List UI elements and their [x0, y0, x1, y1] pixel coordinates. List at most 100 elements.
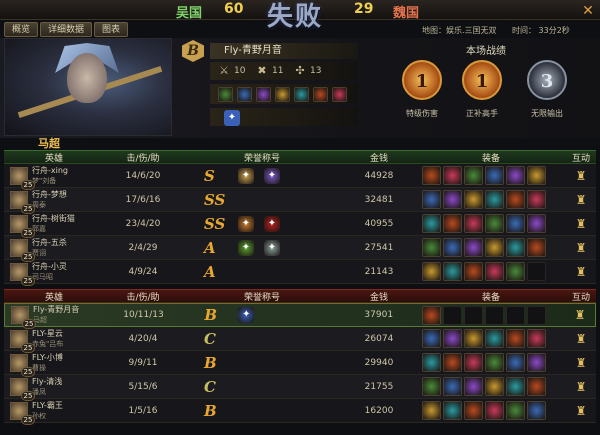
tab-charts[interactable]: 图表 — [94, 22, 129, 37]
item-slot[interactable] — [237, 86, 252, 102]
item-slot[interactable] — [294, 86, 309, 102]
bell-icon[interactable]: ♜ — [574, 265, 588, 279]
item-slot[interactable] — [506, 353, 525, 372]
item-slot[interactable] — [527, 190, 546, 209]
item-slot[interactable] — [527, 238, 546, 257]
item-slot[interactable] — [527, 214, 546, 233]
player-name[interactable]: 行舟-xing — [32, 166, 68, 176]
item-slot[interactable] — [527, 329, 546, 348]
item-slot[interactable] — [485, 353, 504, 372]
item-slot[interactable] — [506, 238, 525, 257]
item-slot[interactable] — [464, 238, 483, 257]
table-row[interactable]: 25 FLY-霸王 孙权 1/5/16 B 16200 ♜ — [4, 399, 596, 425]
item-slot[interactable] — [443, 238, 462, 257]
item-slot[interactable] — [506, 190, 525, 209]
bell-icon[interactable]: ♜ — [574, 169, 588, 183]
item-slot[interactable] — [443, 166, 462, 185]
item-slot[interactable] — [463, 305, 483, 325]
table-row[interactable]: 25 行舟-五杀 贾诩 2/4/29 A ✦ ✦ 27541 ♜ — [4, 236, 596, 262]
bell-icon[interactable]: ♜ — [574, 332, 588, 346]
item-slot[interactable] — [484, 305, 504, 325]
bell-icon[interactable]: ♜ — [574, 404, 588, 418]
close-icon[interactable]: ✕ — [580, 3, 596, 19]
item-slot[interactable] — [464, 262, 483, 281]
item-slot[interactable] — [464, 166, 483, 185]
item-slot[interactable] — [527, 262, 546, 281]
player-name[interactable]: Fly-清浅 — [32, 377, 62, 387]
item-slot[interactable] — [527, 166, 546, 185]
player-name[interactable]: FLY-霸王 — [32, 401, 63, 411]
bell-icon[interactable]: ♜ — [574, 193, 588, 207]
item-slot[interactable] — [422, 190, 441, 209]
item-slot[interactable] — [464, 401, 483, 420]
item-slot[interactable] — [443, 377, 462, 396]
bell-icon[interactable]: ♜ — [574, 380, 588, 394]
item-slot[interactable] — [422, 377, 441, 396]
item-slot[interactable] — [464, 214, 483, 233]
player-name[interactable]: 行舟-小灵 — [32, 262, 67, 272]
item-slot[interactable] — [443, 329, 462, 348]
table-row[interactable]: 25 行舟-小灵 司马昭 4/9/24 A 21143 ♜ — [4, 260, 596, 286]
player-name[interactable]: Fly-青野月音 — [33, 305, 79, 315]
item-slot[interactable] — [527, 401, 546, 420]
item-slot[interactable] — [485, 238, 504, 257]
player-name[interactable]: FLY-星云 — [32, 329, 63, 339]
item-slot[interactable] — [275, 86, 290, 102]
table-row[interactable]: 25 行舟-梦想 周泰 17/6/16 SS 32481 ♜ — [4, 188, 596, 214]
item-slot[interactable] — [443, 353, 462, 372]
item-slot[interactable] — [422, 214, 441, 233]
bell-icon[interactable]: ♜ — [573, 308, 587, 322]
item-slot[interactable] — [464, 377, 483, 396]
item-slot[interactable] — [485, 401, 504, 420]
item-slot[interactable] — [464, 353, 483, 372]
item-slot[interactable] — [526, 305, 546, 325]
item-slot[interactable] — [485, 329, 504, 348]
item-slot[interactable] — [506, 262, 525, 281]
item-slot[interactable] — [443, 190, 462, 209]
item-slot[interactable] — [505, 305, 525, 325]
item-slot[interactable] — [506, 377, 525, 396]
table-row[interactable]: 25 行舟-树街猫 郭嘉 23/4/20 SS ✦ ✦ 40955 ♜ — [4, 212, 596, 238]
bell-icon[interactable]: ♜ — [574, 241, 588, 255]
item-slot[interactable] — [422, 353, 441, 372]
tab-details[interactable]: 详细数据 — [40, 22, 93, 37]
item-slot[interactable] — [422, 262, 441, 281]
table-row[interactable]: 25 FLY-小博 曹操 9/9/11 B 29940 ♜ — [4, 351, 596, 377]
item-slot[interactable] — [485, 166, 504, 185]
item-slot[interactable] — [527, 377, 546, 396]
item-slot[interactable] — [527, 353, 546, 372]
item-slot[interactable] — [313, 86, 328, 102]
item-slot[interactable] — [506, 329, 525, 348]
item-slot[interactable] — [464, 329, 483, 348]
item-slot[interactable] — [422, 166, 441, 185]
item-slot[interactable] — [422, 401, 441, 420]
player-name[interactable]: FLY-小博 — [32, 353, 63, 363]
item-slot[interactable] — [218, 86, 233, 102]
item-slot[interactable] — [422, 238, 441, 257]
player-name[interactable]: 行舟-树街猫 — [32, 214, 75, 224]
table-row[interactable]: 25 Fly-青野月音 马超 10/11/13 B ✦ 37901 ♜ — [4, 303, 596, 329]
item-slot[interactable] — [506, 214, 525, 233]
item-slot[interactable] — [421, 305, 441, 325]
item-slot[interactable] — [443, 262, 462, 281]
item-slot[interactable] — [256, 86, 271, 102]
player-name[interactable]: 行舟-梦想 — [32, 190, 67, 200]
tab-overview[interactable]: 概览 — [4, 22, 39, 37]
item-slot[interactable] — [422, 329, 441, 348]
item-slot[interactable] — [506, 401, 525, 420]
item-slot[interactable] — [485, 377, 504, 396]
table-row[interactable]: 25 FLY-星云 赤兔"吕布 4/20/4 C 26074 ♜ — [4, 327, 596, 353]
table-row[interactable]: 25 Fly-清浅 潘凤 5/15/6 C 21755 ♜ — [4, 375, 596, 401]
item-slot[interactable] — [443, 214, 462, 233]
bell-icon[interactable]: ♜ — [574, 217, 588, 231]
item-slot[interactable] — [506, 166, 525, 185]
item-slot[interactable] — [442, 305, 462, 325]
item-slot[interactable] — [464, 190, 483, 209]
item-slot[interactable] — [485, 262, 504, 281]
player-name[interactable]: 行舟-五杀 — [32, 238, 67, 248]
table-row[interactable]: 25 行舟-xing 梦"刘备 14/6/20 S ✦ ✦ 44928 ♜ — [4, 164, 596, 190]
item-slot[interactable] — [485, 214, 504, 233]
bell-icon[interactable]: ♜ — [574, 356, 588, 370]
item-slot[interactable] — [443, 401, 462, 420]
item-slot[interactable] — [485, 190, 504, 209]
